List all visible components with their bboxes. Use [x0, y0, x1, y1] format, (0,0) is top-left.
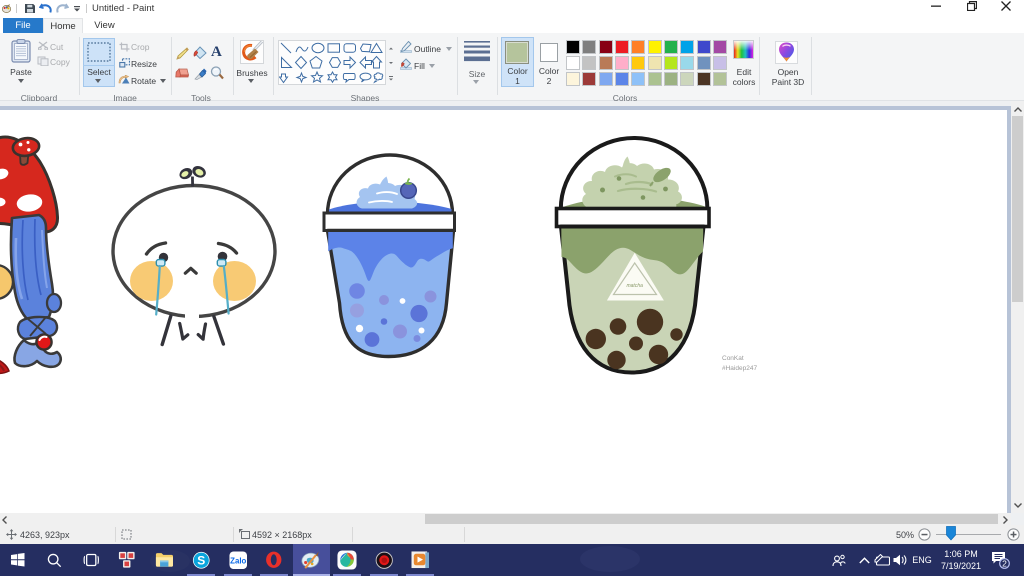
- svg-text:Zalo: Zalo: [230, 556, 246, 565]
- svg-text:2: 2: [1002, 559, 1007, 569]
- svg-text:ConKat: ConKat: [722, 355, 744, 362]
- svg-text:#Haidep247: #Haidep247: [722, 365, 757, 372]
- svg-text:matcha: matcha: [626, 283, 643, 289]
- svg-text:S: S: [197, 553, 205, 567]
